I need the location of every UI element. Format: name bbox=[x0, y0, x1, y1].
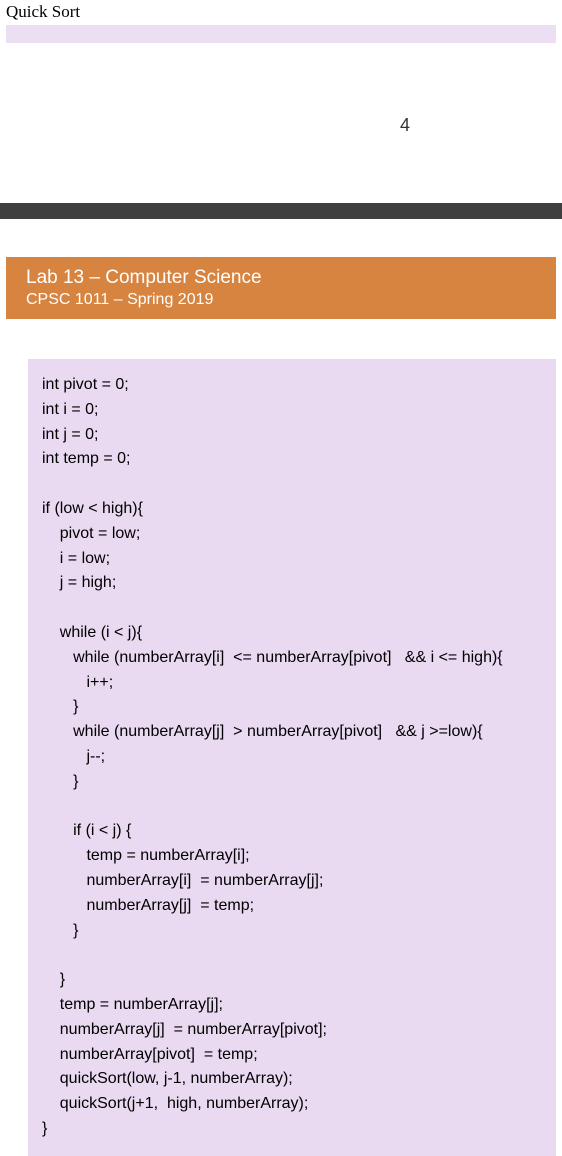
page-number-region: 4 bbox=[0, 43, 562, 193]
gap bbox=[0, 219, 562, 257]
page-top-title: Quick Sort bbox=[0, 0, 562, 25]
lavender-strip bbox=[6, 25, 556, 43]
lab-header-subtitle: CPSC 1011 – Spring 2019 bbox=[26, 291, 536, 309]
lab-header: Lab 13 – Computer Science CPSC 1011 – Sp… bbox=[6, 257, 556, 319]
lab-header-title: Lab 13 – Computer Science bbox=[26, 267, 536, 289]
code-block: int pivot = 0; int i = 0; int j = 0; int… bbox=[28, 359, 556, 1156]
page-number: 4 bbox=[400, 115, 410, 136]
slide-divider-shadow bbox=[0, 203, 562, 219]
header-code-spacer bbox=[6, 319, 556, 359]
